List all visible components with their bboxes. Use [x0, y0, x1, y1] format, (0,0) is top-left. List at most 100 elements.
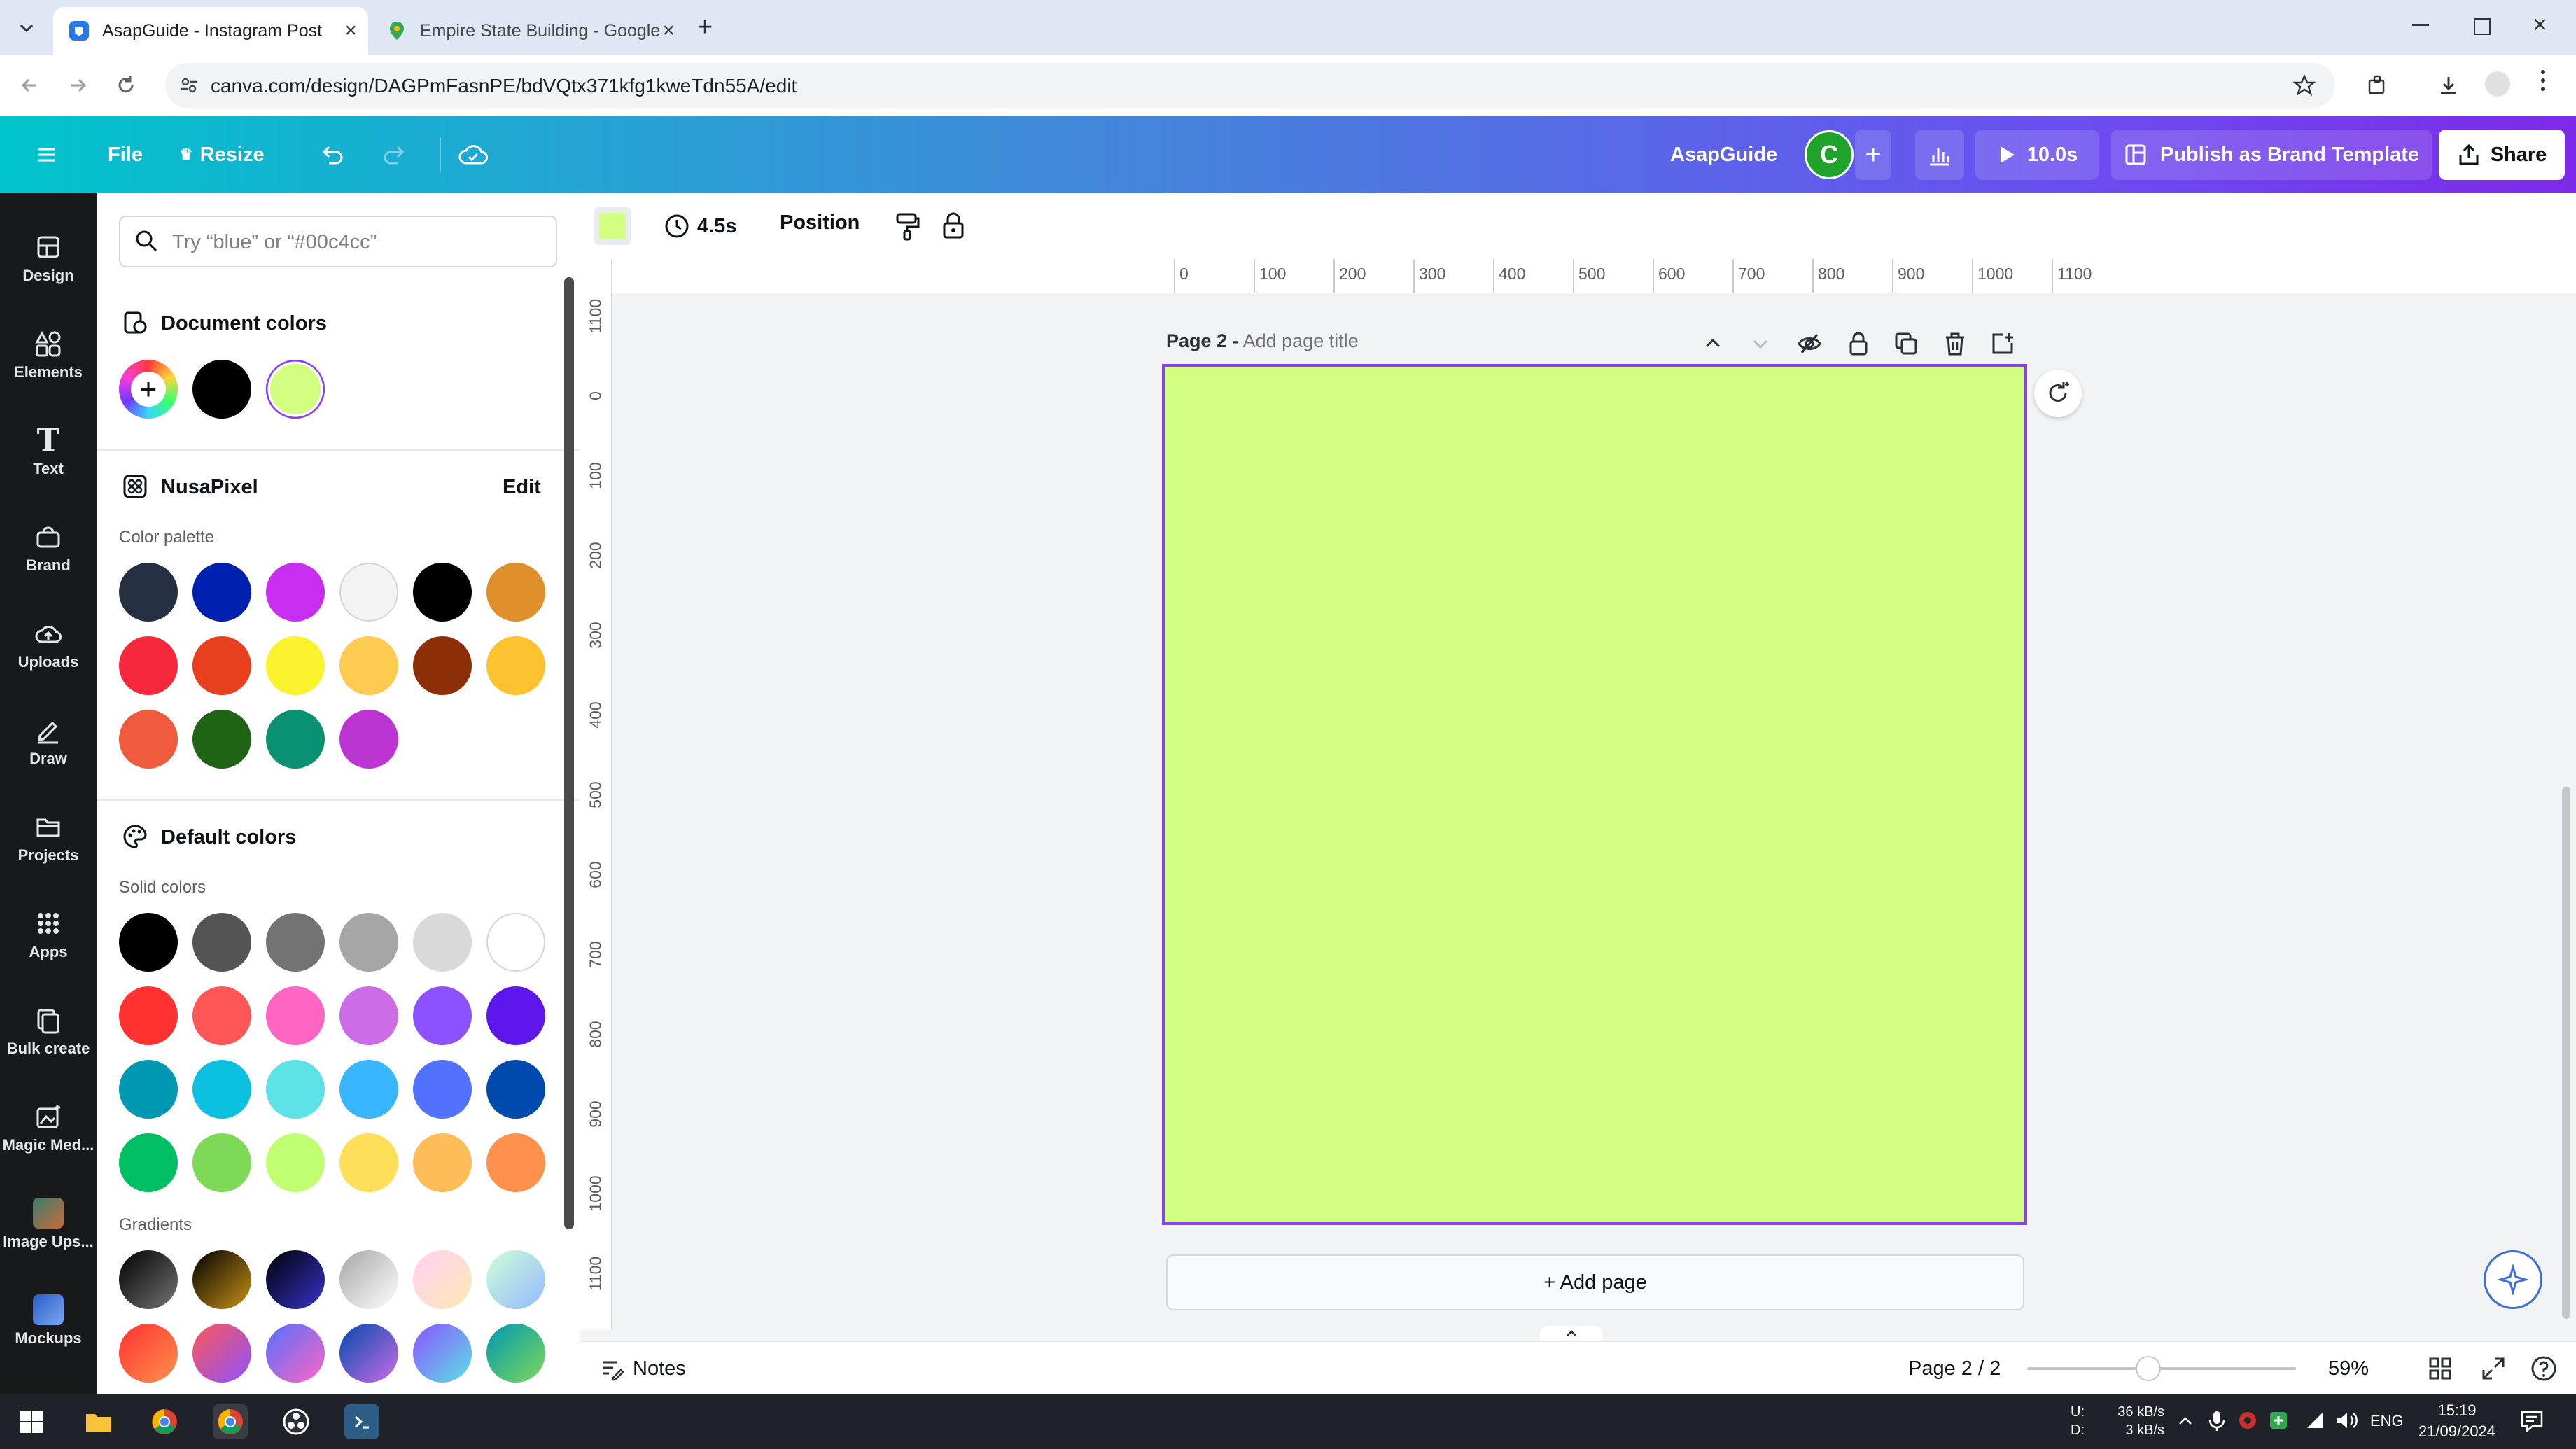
site-info-icon[interactable]: [179, 76, 199, 95]
color-swatch[interactable]: [486, 913, 545, 972]
notifications-icon[interactable]: [2520, 1410, 2544, 1432]
color-swatch[interactable]: [486, 986, 545, 1045]
undo-icon[interactable]: [318, 116, 346, 193]
color-swatch[interactable]: [119, 563, 178, 622]
color-swatch[interactable]: [192, 360, 251, 419]
main-menu-icon[interactable]: [35, 116, 59, 193]
color-swatch[interactable]: [413, 1133, 472, 1192]
gradient-swatch[interactable]: [192, 1324, 251, 1382]
gradient-swatch[interactable]: [413, 1250, 472, 1309]
tab-list-dropdown-icon[interactable]: [14, 15, 39, 41]
team-name[interactable]: AsapGuide: [1670, 116, 1777, 193]
rail-item-projects[interactable]: Projects: [0, 797, 97, 879]
gradient-swatch[interactable]: [119, 1324, 178, 1382]
hide-page-icon[interactable]: [1796, 330, 1823, 357]
browser-menu-icon[interactable]: [2541, 70, 2547, 91]
color-swatch[interactable]: [340, 1133, 398, 1192]
delete-page-icon[interactable]: [1942, 330, 1968, 357]
color-swatch[interactable]: [340, 563, 398, 622]
rail-item-brand[interactable]: Brand: [0, 507, 97, 589]
tray-overflow-icon[interactable]: [2176, 1411, 2195, 1431]
page-up-icon[interactable]: [1701, 332, 1725, 356]
color-swatch[interactable]: [486, 636, 545, 695]
user-avatar[interactable]: C: [1805, 130, 1854, 179]
language-indicator[interactable]: ENG: [2370, 1412, 2404, 1430]
color-swatch[interactable]: [192, 1060, 251, 1119]
page-title-input[interactable]: Add page title: [1243, 330, 1359, 351]
forward-icon[interactable]: [62, 69, 95, 102]
back-icon[interactable]: [13, 69, 46, 102]
color-swatch[interactable]: [119, 1060, 178, 1119]
clock[interactable]: 15:19 21/09/2024: [2415, 1400, 2499, 1442]
rail-item-apps[interactable]: Apps: [0, 893, 97, 976]
color-swatch[interactable]: [413, 1060, 472, 1119]
color-swatch[interactable]: [192, 913, 251, 972]
show-timeline-icon[interactable]: [1540, 1326, 1603, 1341]
url-field[interactable]: canva.com/design/DAGPmFasnPE/bdVQtx371kf…: [165, 63, 2335, 108]
color-swatch[interactable]: [486, 1060, 545, 1119]
resize-button[interactable]: ♛ Resize: [179, 116, 265, 193]
obs-tray-icon[interactable]: [2237, 1410, 2258, 1431]
close-tab-icon[interactable]: ×: [662, 20, 675, 41]
color-swatch[interactable]: [119, 710, 178, 769]
color-swatch[interactable]: [119, 986, 178, 1045]
refresh-suggestions-button[interactable]: [2034, 370, 2082, 417]
insights-button[interactable]: [1915, 130, 1964, 180]
position-button[interactable]: Position: [780, 211, 860, 234]
chrome-icon[interactable]: [147, 1404, 182, 1439]
app-tray-icon[interactable]: [2268, 1410, 2289, 1431]
color-swatch[interactable]: [413, 563, 472, 622]
gradient-swatch[interactable]: [486, 1324, 545, 1382]
present-button[interactable]: 10.0s: [1975, 130, 2099, 180]
color-swatch[interactable]: [340, 913, 398, 972]
color-swatch[interactable]: [266, 1060, 325, 1119]
color-swatch[interactable]: [266, 636, 325, 695]
restore-icon[interactable]: [2474, 18, 2491, 35]
gradient-swatch[interactable]: [340, 1250, 398, 1309]
page-down-icon[interactable]: [1749, 332, 1772, 356]
lock-icon[interactable]: [938, 210, 969, 241]
zoom-level[interactable]: 59%: [2328, 1357, 2369, 1380]
color-swatch[interactable]: [192, 563, 251, 622]
file-menu-button[interactable]: File: [108, 116, 143, 193]
color-swatch[interactable]: [266, 986, 325, 1045]
minimize-icon[interactable]: [2412, 24, 2429, 26]
color-swatch[interactable]: [270, 363, 321, 415]
color-swatch[interactable]: [340, 986, 398, 1045]
profile-avatar[interactable]: [2485, 71, 2510, 97]
help-icon[interactable]: [2530, 1354, 2558, 1382]
color-swatch[interactable]: [119, 636, 178, 695]
gradient-swatch[interactable]: [266, 1324, 325, 1382]
reload-icon[interactable]: [109, 69, 143, 102]
gradient-swatch[interactable]: [266, 1250, 325, 1309]
color-search-input[interactable]: Try “blue” or “#00c4cc”: [119, 216, 557, 267]
color-swatch[interactable]: [266, 913, 325, 972]
extensions-icon[interactable]: [2360, 69, 2394, 102]
gradient-swatch[interactable]: [192, 1250, 251, 1309]
gradient-swatch[interactable]: [340, 1324, 398, 1382]
add-color-button[interactable]: +: [119, 360, 178, 419]
color-swatch[interactable]: [192, 710, 251, 769]
start-icon[interactable]: [14, 1404, 49, 1439]
gradient-swatch[interactable]: [486, 1250, 545, 1309]
color-swatch[interactable]: [486, 563, 545, 622]
copy-style-icon[interactable]: [892, 210, 923, 241]
color-swatch[interactable]: [340, 1060, 398, 1119]
rail-item-bulk-create[interactable]: Bulk create: [0, 990, 97, 1072]
share-button[interactable]: Share: [2439, 130, 2565, 180]
redo-icon[interactable]: [381, 116, 409, 193]
color-swatch[interactable]: [192, 986, 251, 1045]
color-swatch[interactable]: [266, 563, 325, 622]
color-swatch[interactable]: [266, 710, 325, 769]
design-page[interactable]: [1162, 364, 2027, 1225]
color-swatch[interactable]: [266, 1133, 325, 1192]
fullscreen-icon[interactable]: [2479, 1354, 2507, 1382]
rail-item-draw[interactable]: Draw: [0, 700, 97, 783]
duplicate-page-icon[interactable]: [1893, 330, 1919, 357]
zoom-slider[interactable]: [2027, 1356, 2296, 1381]
color-swatch[interactable]: [413, 636, 472, 695]
rail-item-design[interactable]: Design: [0, 217, 97, 300]
publish-brand-template-button[interactable]: Publish as Brand Template: [2111, 130, 2432, 180]
rail-item-elements[interactable]: Elements: [0, 314, 97, 396]
rail-item-uploads[interactable]: Uploads: [0, 603, 97, 686]
